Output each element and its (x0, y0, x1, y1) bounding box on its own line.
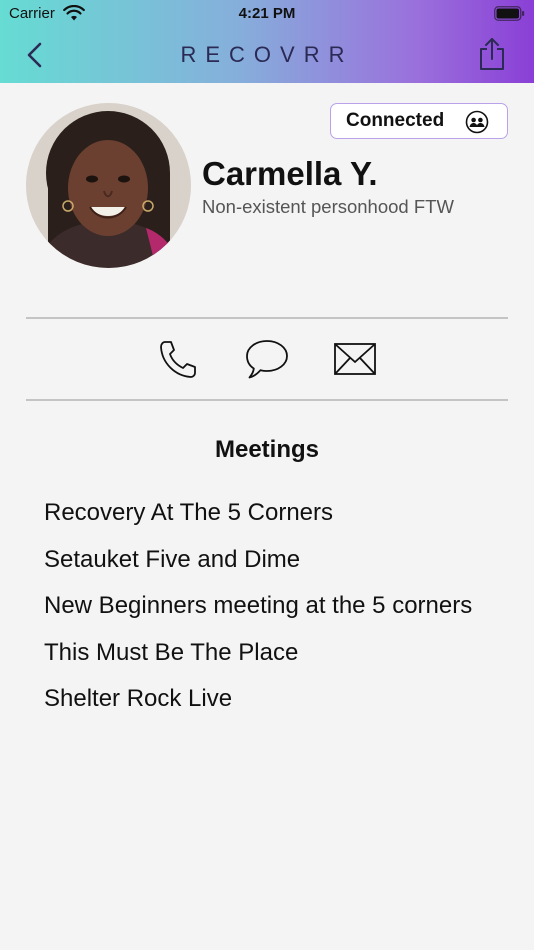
profile-name: Carmella Y. (202, 155, 378, 192)
status-bar: Carrier 4:21 PM (0, 0, 534, 28)
chat-bubble-icon[interactable] (244, 338, 290, 380)
divider-top (26, 317, 508, 319)
divider-bottom (26, 399, 508, 401)
connected-status-button[interactable]: Connected (330, 103, 508, 139)
meeting-item[interactable]: Setauket Five and Dime (44, 544, 472, 591)
navigation-bar: RECOVRR (0, 28, 534, 83)
header-bar: Carrier 4:21 PM RECOVRR (0, 0, 534, 83)
meetings-heading: Meetings (214, 436, 319, 463)
meetings-list: Recovery At The 5 Corners Setauket Five … (44, 497, 472, 730)
status-time: 4:21 PM (238, 5, 296, 22)
envelope-icon[interactable] (332, 338, 378, 380)
connected-label: Connected (346, 110, 445, 131)
share-icon[interactable] (478, 37, 506, 71)
meeting-item[interactable]: Shelter Rock Live (44, 683, 472, 730)
battery-icon (494, 6, 525, 21)
app-logo-text: RECOVRR (180, 42, 354, 67)
meeting-item[interactable]: New Beginners meeting at the 5 corners (44, 590, 472, 637)
profile-tagline: Non-existent personhood FTW (202, 196, 454, 217)
phone-icon[interactable] (156, 338, 202, 380)
meeting-item[interactable]: This Must Be The Place (44, 637, 472, 684)
profile-photo (26, 103, 191, 268)
avatar-illustration (26, 103, 191, 268)
people-icon (465, 110, 489, 134)
meeting-item[interactable]: Recovery At The 5 Corners (44, 497, 472, 544)
